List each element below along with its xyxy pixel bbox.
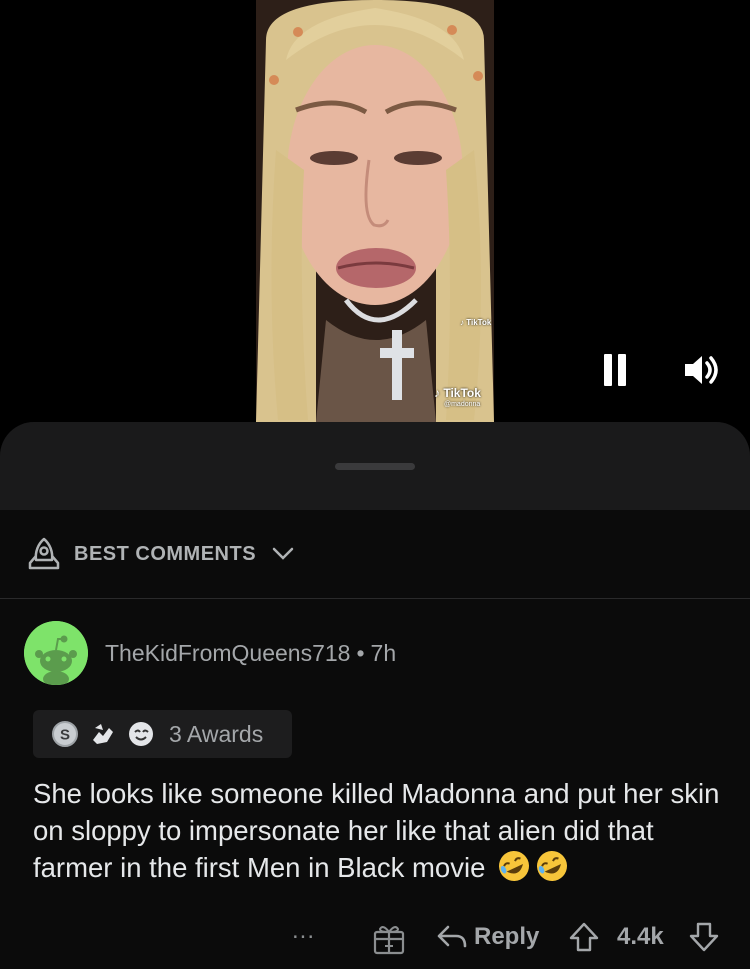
volume-icon[interactable] (683, 351, 721, 389)
reply-label: Reply (474, 923, 540, 950)
gift-icon[interactable] (372, 923, 406, 955)
tiktok-brand: TikTok (443, 386, 481, 400)
helpful-award-icon (93, 724, 113, 744)
comment-meta: TheKidFromQueens718 • 7h (105, 640, 396, 667)
pause-icon (604, 354, 612, 386)
comment: TheKidFromQueens718 • 7h S 3 Awards She lo… (0, 599, 750, 969)
upvote-arrow-icon[interactable] (568, 921, 600, 953)
comments-sheet: BEST COMMENTS TheKidFromQueens718 • 7h S… (0, 422, 750, 969)
comment-actions: ... Reply 4.4k (0, 909, 750, 965)
tiktok-handle: @madonna (444, 401, 481, 408)
tiktok-logo-icon: ♪ (460, 318, 464, 327)
comment-body: She looks like someone killed Madonna an… (33, 776, 723, 887)
vote-score: 4.4k (617, 923, 664, 950)
reply-button[interactable]: Reply (436, 921, 539, 953)
rocket-icon (28, 537, 60, 570)
awards-badge[interactable]: S 3 Awards (33, 710, 292, 758)
pause-button[interactable] (604, 354, 634, 386)
sort-label[interactable]: BEST COMMENTS (74, 543, 256, 566)
video-frame[interactable]: ♪ TikTok ♪ TikTok @madonna (256, 0, 494, 422)
avatar[interactable] (24, 621, 88, 685)
video-player[interactable]: ♪ TikTok ♪ TikTok @madonna (0, 0, 750, 430)
tiktok-logo-icon: ♪ (434, 386, 440, 400)
chevron-down-icon[interactable] (272, 546, 294, 562)
sheet-grabber[interactable] (335, 463, 415, 470)
comment-text: She looks like someone killed Madonna an… (33, 778, 720, 883)
more-options-button[interactable]: ... (292, 917, 328, 947)
author-username[interactable]: TheKidFromQueens718 (105, 640, 350, 666)
reply-arrow-icon (437, 925, 467, 948)
meta-separator: • (356, 640, 365, 666)
rofl-emoji (537, 851, 568, 881)
tiktok-brand-small: TikTok (466, 318, 492, 327)
snoo-avatar-icon (24, 621, 88, 685)
silver-award-icon: S (52, 721, 78, 747)
svg-text:S: S (60, 727, 70, 744)
downvote-arrow-icon[interactable] (688, 921, 720, 953)
tiktok-watermark-small: ♪ TikTok (460, 318, 491, 327)
awards-count: 3 Awards (169, 721, 264, 747)
comment-sort-selector[interactable]: BEST COMMENTS (0, 510, 750, 599)
sheet-handle-area[interactable] (0, 422, 750, 510)
rofl-emoji (499, 851, 530, 881)
video-content (256, 0, 494, 422)
wholesome-award-icon (129, 722, 153, 746)
comment-timestamp: 7h (370, 640, 397, 666)
tiktok-watermark: ♪ TikTok @madonna (434, 386, 481, 408)
